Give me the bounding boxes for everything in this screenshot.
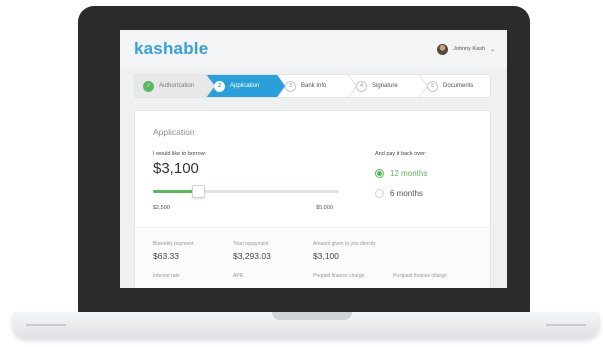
chevron-down-icon: ⌄ [489,46,495,53]
step-application[interactable]: 2 Application [206,74,286,98]
summary-biweekly-payment: Biweekly payment $63.33 [153,241,193,261]
step-label: Signature [372,83,398,89]
progress-stepper: ✓ Authorization 2 Application 3 Bank Inf… [134,74,491,98]
radio-selected[interactable] [375,169,384,178]
summary-label: Interest rate [153,273,180,279]
step-number: 4 [356,80,367,92]
laptop-screen: kashable Johnny Kash ⌄ ✓ Authorization 2… [120,30,507,288]
summary-postpaid-finance-charge: Postpaid finance charge [393,273,447,283]
summary-label: Postpaid finance charge [393,273,447,279]
step-signature[interactable]: 4 Signature [348,74,428,98]
radio-unselected[interactable] [375,189,384,198]
slider-handle[interactable] [191,185,205,198]
step-arrow [206,75,214,97]
step-label: Documents [443,83,474,89]
amount-slider[interactable] [153,185,339,198]
step-label: Authorization [159,83,195,89]
step-number: 2 [214,80,225,92]
summary-label: Biweekly payment [153,241,194,247]
card-title: Application [153,127,195,137]
slider-max-label: $5,000 [316,205,333,211]
summary-value: $63.33 [153,251,179,261]
summary-value: $3,293.03 [233,251,271,261]
payback-label: And pay it back over: [375,151,427,157]
summary-apr: APR [233,273,243,283]
summary-amount-given: Amount given to you directly $3,100 [313,241,376,261]
laptop-base [12,312,600,338]
step-documents[interactable]: 5 Documents [419,75,490,97]
borrow-label: I would like to borrow: [153,151,207,157]
term-option-12-months[interactable]: 12 months [375,169,427,178]
user-menu[interactable]: Johnny Kash ⌄ [437,43,495,55]
summary-interest-rate: Interest rate [153,273,180,283]
check-icon: ✓ [143,80,154,92]
summary-label: Amount given to you directly [313,241,376,247]
step-authorization[interactable]: ✓ Authorization [135,74,215,98]
summary-value: $3,100 [313,251,339,261]
summary-label: APR [233,273,244,279]
laptop-base-line [546,324,586,326]
user-name: Johnny Kash [453,46,485,52]
summary-total-repayment: Total repayment $3,293.03 [233,241,271,261]
step-number: 3 [285,80,296,92]
application-card: Application I would like to borrow: $3,1… [134,110,491,288]
step-arrow [348,75,356,97]
slider-min-label: $2,500 [153,205,170,211]
step-label: Bank Info [301,83,327,89]
step-bank-info[interactable]: 3 Bank Info [277,74,357,98]
term-label: 12 months [390,169,428,178]
borrow-amount: $3,100 [153,160,199,177]
brand-logo[interactable]: kashable [134,39,208,59]
summary-prepaid-finance-charge: Prepaid finance charge [313,273,364,283]
app-header: kashable Johnny Kash ⌄ [120,30,507,68]
term-option-6-months[interactable]: 6 months [375,189,423,198]
step-label: Application [230,83,260,89]
summary-label: Prepaid finance charge [313,273,365,279]
laptop-base-line [26,324,66,326]
step-number: 5 [427,80,438,92]
step-arrow [277,75,285,97]
slider-fill [153,190,198,193]
avatar [437,43,449,55]
divider [135,227,490,228]
term-label: 6 months [390,189,423,198]
summary-label: Total repayment [233,241,269,247]
laptop-notch [272,312,352,320]
step-arrow [419,75,427,97]
loan-summary: Biweekly payment $63.33 Total repayment … [135,227,490,288]
